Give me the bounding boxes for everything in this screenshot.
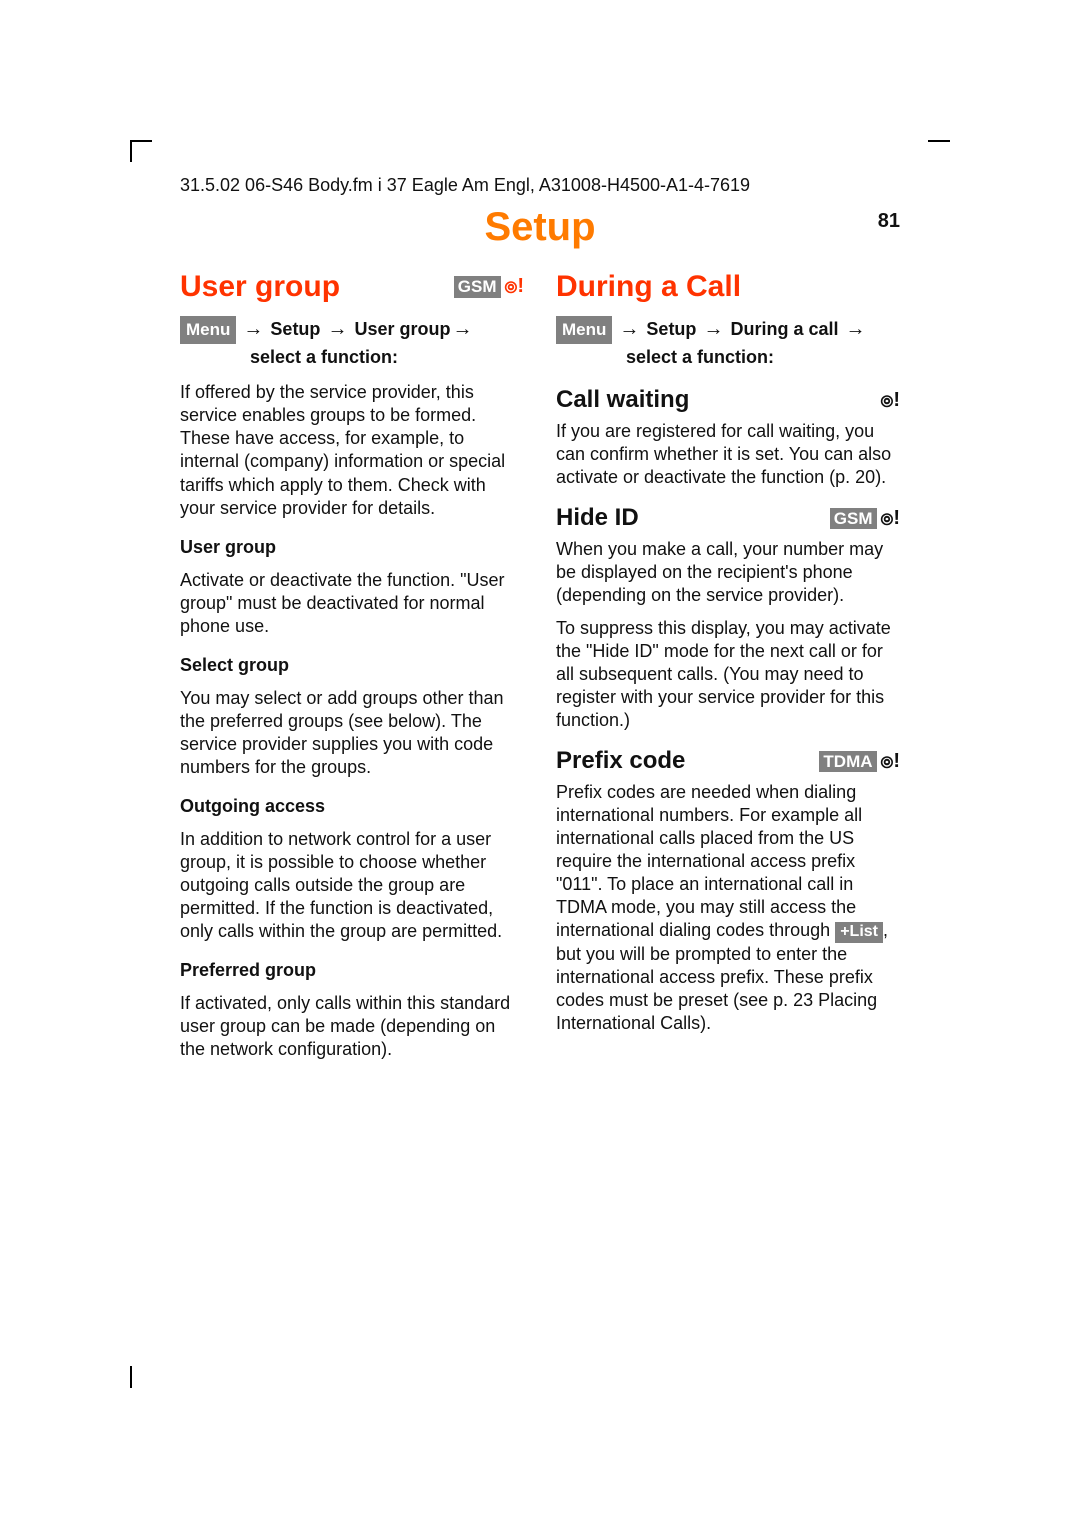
left-column: User group GSM ! Menu → Setup → User gro… [180, 268, 524, 1061]
h-user-group: User group [180, 536, 524, 559]
title-row: Setup [180, 205, 900, 250]
arrow-icon: → [452, 318, 472, 340]
right-column: During a Call Menu → Setup → During a ca… [556, 268, 900, 1061]
tdma-badge-text: TDMA [819, 751, 876, 773]
plus-list-button[interactable]: +List [835, 922, 883, 942]
page-content: Setup User group GSM ! Menu → Setup → Us… [180, 205, 900, 1061]
two-columns: User group GSM ! Menu → Setup → User gro… [180, 268, 900, 1061]
exclaim-icon: ! [893, 388, 900, 414]
nav-path-during-call: Menu → Setup → During a call → select a … [556, 314, 900, 371]
tdma-badge: TDMA ! [819, 749, 900, 775]
p-hide-id-2: To suppress this display, you may activa… [556, 617, 900, 732]
h-outgoing: Outgoing access [180, 795, 524, 818]
gsm-badge-text: GSM [830, 508, 877, 530]
gsm-badge: GSM ! [830, 506, 900, 532]
p-hide-id-1: When you make a call, your number may be… [556, 538, 900, 607]
arrow-icon: → [327, 318, 347, 340]
gsm-badge: GSM ! [454, 274, 524, 300]
p-prefix-a: Prefix codes are needed when dialing int… [556, 782, 862, 940]
nav-during: During a call [730, 319, 838, 339]
section-user-group: User group GSM ! [180, 268, 524, 306]
menu-button[interactable]: Menu [180, 316, 236, 344]
p-preferred: If activated, only calls within this sta… [180, 992, 524, 1061]
arrow-icon: → [846, 318, 866, 340]
nav-path-user-group: Menu → Setup → User group→ select a func… [180, 314, 524, 371]
p-intro: If offered by the service provider, this… [180, 381, 524, 519]
arrow-icon: → [243, 318, 263, 340]
section-during-call-title: During a Call [556, 268, 741, 306]
exclaim-icon: ! [893, 506, 900, 532]
network-badge: ! [881, 388, 900, 414]
h-preferred: Preferred group [180, 959, 524, 982]
nav-select: select a function: [250, 344, 524, 371]
crop-corner-tl [130, 140, 152, 162]
h-prefix-code: Prefix code TDMA ! [556, 746, 900, 777]
antenna-icon [881, 391, 892, 411]
h-call-waiting-text: Call waiting [556, 385, 689, 416]
crop-corner-br [928, 1366, 950, 1388]
nav-setup: Setup [646, 319, 696, 339]
gsm-badge-text: GSM [454, 276, 501, 298]
exclaim-icon: ! [517, 274, 524, 300]
antenna-icon [881, 509, 892, 529]
h-select-group: Select group [180, 654, 524, 677]
h-hide-id: Hide ID GSM ! [556, 503, 900, 534]
arrow-icon: → [703, 318, 723, 340]
p-outgoing: In addition to network control for a use… [180, 828, 524, 943]
nav-user-group: User group [354, 319, 450, 339]
p-user-group: Activate or deactivate the function. "Us… [180, 569, 524, 638]
nav-select: select a function: [626, 344, 900, 371]
nav-setup: Setup [270, 319, 320, 339]
menu-button[interactable]: Menu [556, 316, 612, 344]
antenna-icon [505, 277, 516, 297]
print-header: 31.5.02 06-S46 Body.fm i 37 Eagle Am Eng… [180, 175, 900, 196]
section-user-group-title: User group [180, 268, 340, 306]
h-call-waiting: Call waiting ! [556, 385, 900, 416]
h-prefix-code-text: Prefix code [556, 746, 685, 777]
p-prefix-code: Prefix codes are needed when dialing int… [556, 781, 900, 1035]
arrow-icon: → [619, 318, 639, 340]
p-select-group: You may select or add groups other than … [180, 687, 524, 779]
crop-corner-bl [130, 1366, 152, 1388]
section-during-call: During a Call [556, 268, 900, 306]
antenna-icon [881, 752, 892, 772]
h-hide-id-text: Hide ID [556, 503, 639, 534]
p-call-waiting: If you are registered for call waiting, … [556, 420, 900, 489]
crop-corner-tr [928, 140, 950, 162]
exclaim-icon: ! [893, 749, 900, 775]
page-number: 81 [878, 210, 900, 233]
page-title: Setup [180, 205, 900, 250]
